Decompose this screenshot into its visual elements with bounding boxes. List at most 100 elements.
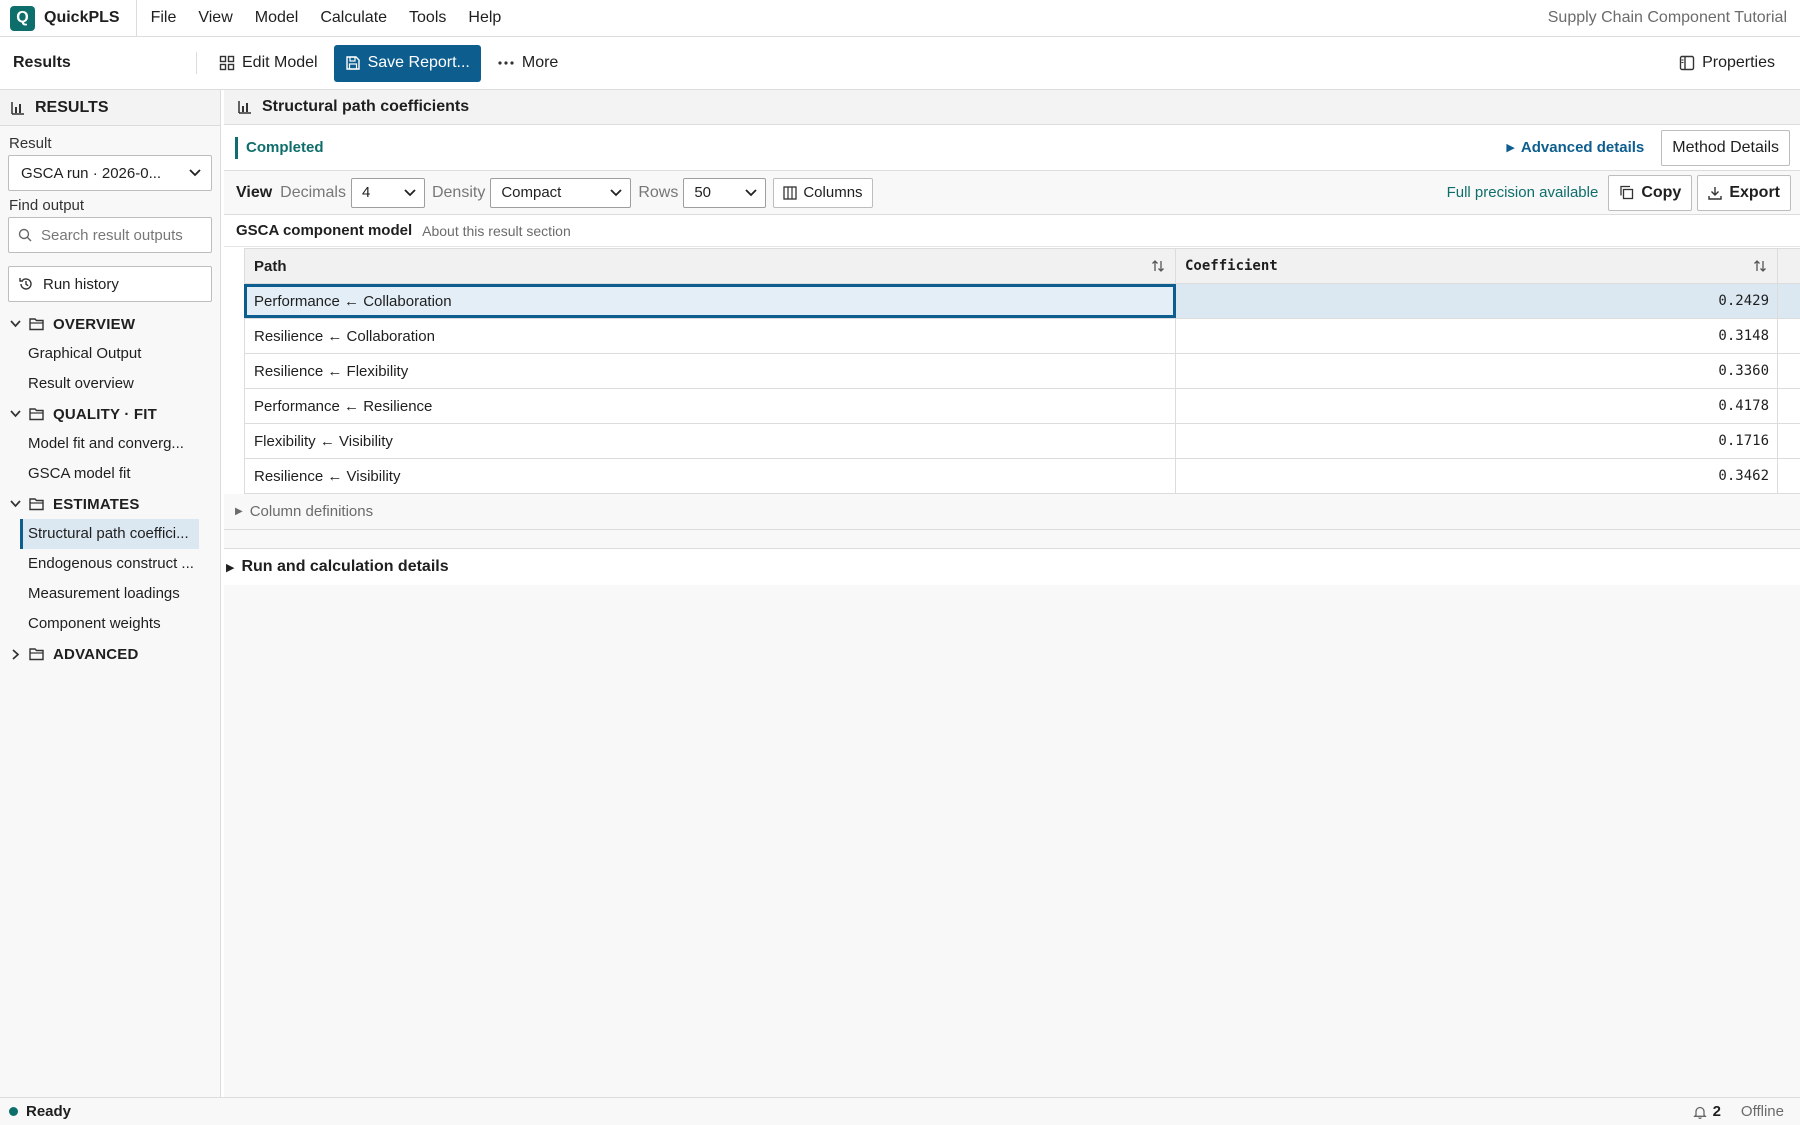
result-select[interactable]: GSCA run · 2026-0... (8, 155, 212, 191)
decimals-select[interactable]: 4 (350, 177, 425, 208)
menu-help[interactable]: Help (457, 9, 512, 27)
run-history-button[interactable]: Run history (8, 266, 212, 302)
table-row[interactable]: Resilience ← Collaboration 0.3148 (244, 319, 1800, 354)
header-coefficient[interactable]: Coefficient (1176, 249, 1778, 283)
search-icon (18, 228, 32, 242)
status-bar: Ready 2 Offline (0, 1097, 1800, 1125)
section-header: Structural path coefficients (224, 90, 1800, 125)
sort-icon (1152, 260, 1164, 272)
sidebar-title: RESULTS (35, 98, 109, 116)
path-cell[interactable]: Performance ← Resilience (244, 389, 1176, 423)
table-row[interactable]: Resilience ← Flexibility 0.3360 (244, 354, 1800, 389)
rows-select[interactable]: 50 (683, 177, 767, 208)
menu-calculate[interactable]: Calculate (309, 9, 398, 27)
group-quality-fit[interactable]: QUALITY · FIT (0, 399, 220, 429)
precision-note: Full precision available (1446, 184, 1599, 201)
save-report-button[interactable]: Save Report... (333, 44, 481, 82)
table-row[interactable]: Performance ← Collaboration 0.2429 (244, 284, 1800, 319)
toolbar-title: Results (0, 52, 197, 74)
section-title: Structural path coefficients (262, 98, 470, 115)
nav-endogenous-construct[interactable]: Endogenous construct ... (0, 549, 199, 579)
coefficient-cell[interactable]: 0.2429 (1176, 284, 1778, 318)
nav-structural-path-coefficients[interactable]: Structural path coeffici... (20, 519, 199, 549)
chevron-down-icon (189, 169, 201, 177)
header-path-label: Path (254, 257, 287, 275)
properties-label: Properties (1702, 54, 1775, 71)
properties-button[interactable]: Properties (1667, 45, 1787, 82)
decimals-label: Decimals (280, 183, 346, 201)
header-path[interactable]: Path (244, 249, 1176, 283)
density-select[interactable]: Compact (490, 177, 632, 208)
menu-view[interactable]: View (187, 9, 243, 27)
copy-label: Copy (1641, 183, 1682, 201)
path-cell[interactable]: Resilience ← Flexibility (244, 354, 1176, 388)
group-advanced[interactable]: ADVANCED (0, 639, 220, 669)
header-coefficient-label: Coefficient (1185, 258, 1278, 274)
decimals-value: 4 (361, 184, 371, 201)
triangle-right-icon: ▶ (235, 506, 243, 517)
copy-button[interactable]: Copy (1608, 174, 1693, 211)
output-tree: OVERVIEW Graphical Output Result overvie… (0, 309, 220, 669)
column-definitions-toggle[interactable]: ▶ Column definitions (224, 494, 1800, 530)
bar-chart-icon (238, 101, 251, 114)
bar-chart-icon (11, 101, 24, 115)
edit-model-button[interactable]: Edit Model (207, 45, 330, 82)
edit-model-label: Edit Model (242, 54, 318, 71)
rows-value: 50 (694, 184, 712, 201)
path-cell[interactable]: Resilience ← Collaboration (244, 319, 1176, 353)
table-row[interactable]: Resilience ← Visibility 0.3462 (244, 459, 1800, 494)
result-label: Result (9, 135, 52, 152)
chevron-down-icon (10, 410, 21, 418)
model-about-link[interactable]: About this result section (422, 223, 571, 239)
density-label: Density (431, 183, 486, 201)
path-cell[interactable]: Resilience ← Visibility (244, 459, 1176, 493)
bell-icon[interactable] (1692, 1105, 1707, 1119)
table-row[interactable]: Flexibility ← Visibility 0.1716 (244, 424, 1800, 459)
path-cell[interactable]: Performance ← Collaboration (244, 284, 1176, 318)
group-overview[interactable]: OVERVIEW (0, 309, 220, 339)
menu-model[interactable]: Model (244, 9, 310, 27)
sort-icon (1754, 260, 1766, 272)
group-label: ESTIMATES (53, 495, 140, 513)
results-sidebar: RESULTS Result GSCA run · 2026-0... Find… (0, 90, 221, 1097)
nav-component-weights[interactable]: Component weights (0, 609, 199, 639)
run-details-toggle[interactable]: ▶ Run and calculation details (224, 549, 1800, 585)
nav-graphical-output[interactable]: Graphical Output (0, 339, 199, 369)
result-select-value: GSCA run · 2026-0... (21, 164, 162, 182)
menu-file[interactable]: File (140, 9, 188, 27)
export-button[interactable]: Export (1697, 174, 1791, 211)
toolbar: Results Edit Model Save Report... More P… (0, 37, 1800, 90)
coefficient-cell[interactable]: 0.3462 (1176, 459, 1778, 493)
nav-measurement-loadings[interactable]: Measurement loadings (0, 579, 199, 609)
search-input[interactable]: Search result outputs (8, 217, 212, 253)
columns-button[interactable]: Columns (773, 177, 873, 208)
chevron-right-icon (12, 648, 20, 660)
coefficient-cell[interactable]: 0.4178 (1176, 389, 1778, 423)
coefficient-cell[interactable]: 0.3148 (1176, 319, 1778, 353)
advanced-details-toggle[interactable]: ▶ Advanced details (1506, 139, 1644, 156)
app-name: QuickPLS (44, 9, 120, 26)
path-cell[interactable]: Flexibility ← Visibility (244, 424, 1176, 458)
menu-tools[interactable]: Tools (398, 9, 457, 27)
save-report-label: Save Report... (367, 54, 470, 71)
coefficient-cell[interactable]: 0.1716 (1176, 424, 1778, 458)
statusbar-right: 2 Offline (1692, 1103, 1784, 1120)
nav-model-fit[interactable]: Model fit and converg... (0, 429, 199, 459)
more-button[interactable]: More (485, 45, 570, 82)
run-details-label: Run and calculation details (241, 558, 449, 575)
connection-status: Offline (1740, 1103, 1784, 1120)
document-title: Supply Chain Component Tutorial (1547, 9, 1787, 26)
app-logo: Q (10, 5, 35, 31)
method-details-button[interactable]: Method Details (1661, 129, 1790, 166)
folder-open-icon (29, 498, 44, 511)
columns-icon (783, 185, 797, 200)
view-controls: View Decimals 4 Density Compact Rows 50 … (224, 171, 1800, 215)
empty-area (224, 585, 1800, 1097)
group-estimates[interactable]: ESTIMATES (0, 489, 220, 519)
table-row[interactable]: Performance ← Resilience 0.4178 (244, 389, 1800, 424)
group-label: ADVANCED (53, 645, 139, 663)
triangle-right-icon: ▶ (1506, 142, 1515, 154)
coefficient-cell[interactable]: 0.3360 (1176, 354, 1778, 388)
nav-gsca-model-fit[interactable]: GSCA model fit (0, 459, 199, 489)
nav-result-overview[interactable]: Result overview (0, 369, 199, 399)
